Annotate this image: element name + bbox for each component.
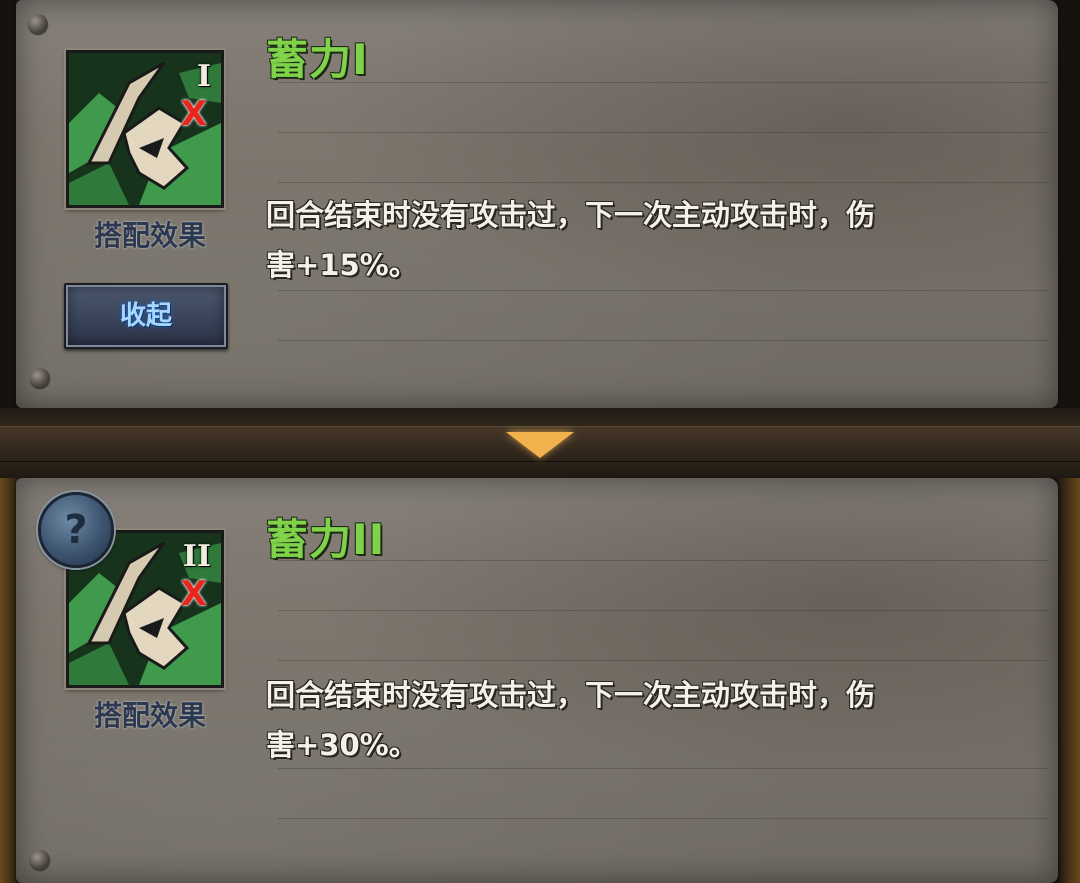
question-icon[interactable]: ? [38,492,114,568]
chevron-down-icon[interactable] [506,432,574,458]
divider-line [278,132,1048,133]
divider-line [278,82,1048,83]
rivet-decoration [30,368,50,388]
skill-title: 蓄力I [266,35,369,84]
skill-detail-screen: I X 搭配效果 收起 蓄力I 回合结束时没有攻击过，下一次主动攻击时，伤 害+… [0,0,1080,883]
skill-level-label: I [196,59,211,94]
skill-description: 回合结束时没有攻击过，下一次主动攻击时，伤 害+30%。 [266,670,1006,770]
skill-level-label: II [182,539,211,574]
combo-effect-caption: 搭配效果 [93,219,206,252]
divider-line [278,660,1048,661]
skill-panel-level-1: I X 搭配效果 收起 蓄力I 回合结束时没有攻击过，下一次主动攻击时，伤 害+… [16,0,1058,408]
skill-panel-level-2: II X 搭配效果 蓄力II 回合结束时没有攻击过，下一次主动攻击时，伤 害+3… [16,478,1058,883]
right-frame-ornament [1056,470,1080,883]
skill-description: 回合结束时没有攻击过，下一次主动攻击时，伤 害+15%。 [266,190,1006,290]
divider-line [278,340,1048,341]
divider-line [278,818,1048,819]
skill-title: 蓄力II [266,515,386,564]
divider-line [278,560,1048,561]
red-x-mark: X [180,94,207,134]
skill-description-line: 回合结束时没有攻击过，下一次主动攻击时，伤 [266,198,876,232]
skill-description-line: 害+30%。 [266,728,418,762]
skill-description-line: 回合结束时没有攻击过，下一次主动攻击时，伤 [266,678,876,712]
divider-line [278,182,1048,183]
rivet-decoration [30,850,50,870]
charge-skill-icon[interactable]: I X [66,50,224,208]
collapse-button[interactable]: 收起 [64,283,228,349]
divider-line [278,610,1048,611]
skill-description-line: 害+15%。 [266,248,418,282]
panel-divider [0,408,1080,478]
combo-effect-caption: 搭配效果 [93,699,206,732]
red-x-mark: X [180,574,207,614]
rivet-decoration [28,14,48,34]
divider-line [278,290,1048,291]
